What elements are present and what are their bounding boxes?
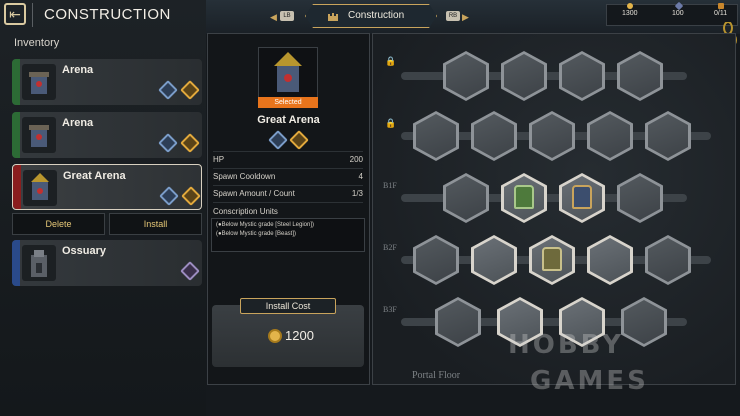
stat-label: Spawn Cooldown: [213, 172, 276, 181]
header-divider: [32, 3, 33, 27]
stat-value: 200: [349, 155, 363, 164]
inventory-item-name: Arena: [62, 117, 94, 129]
stat-label: HP: [213, 155, 225, 164]
map-slot-locked[interactable]: [559, 51, 605, 101]
map-slot-locked[interactable]: [617, 51, 663, 101]
map-slot-locked[interactable]: [443, 51, 489, 101]
map-slot[interactable]: [413, 235, 459, 285]
back-button[interactable]: ⇤: [4, 3, 26, 25]
arena-thumbnail: [22, 64, 56, 100]
gem-amount: 100: [672, 10, 684, 17]
watermark-line-1: HOBBY: [508, 330, 624, 360]
castle-icon: [327, 9, 339, 21]
rb-key: RB: [446, 11, 460, 21]
inventory-item-name: Ossuary: [62, 245, 107, 257]
map-slot[interactable]: [443, 173, 489, 223]
great-arena-room-icon: [572, 185, 592, 209]
attack-type-icon: [181, 186, 201, 206]
map-slot-locked[interactable]: [501, 51, 547, 101]
page-title: CONSTRUCTION: [44, 6, 171, 23]
install-cost-label: Install Cost: [240, 298, 336, 314]
map-slot-locked[interactable]: [645, 111, 691, 161]
lb-key: LB: [280, 11, 294, 21]
divider: [213, 185, 363, 186]
inventory-item-arena[interactable]: Arena: [12, 112, 202, 158]
inventory-item-great-arena[interactable]: Great Arena: [12, 164, 202, 210]
floor-label-b2f: B2F: [383, 243, 397, 252]
divider: [213, 151, 363, 152]
map-slot-locked[interactable]: [413, 111, 459, 161]
attack-type-icon: [180, 80, 200, 100]
map-slot-locked[interactable]: [471, 111, 517, 161]
map-slot[interactable]: [435, 297, 481, 347]
attack-type-icon: [180, 133, 200, 153]
stat-value: 1/3: [351, 189, 363, 198]
unit-count-icon: [718, 3, 724, 9]
watermark-line-2: GAMES: [530, 366, 649, 396]
lock-icon: 🔒: [385, 118, 397, 128]
inventory-item-name: Great Arena: [63, 170, 126, 182]
stat-label: Spawn Amount / Count: [213, 189, 295, 198]
arena-room-icon: [514, 185, 534, 209]
divider: [213, 168, 363, 169]
floor-label-b1f: B1F: [383, 181, 397, 190]
unit-count: 0/11: [714, 10, 728, 17]
map-slot[interactable]: [645, 235, 691, 285]
inventory-item-arena[interactable]: Arena: [12, 59, 202, 105]
conscription-unit: (●Below Mystic grade [Steel Legion]): [216, 222, 315, 228]
selected-badge: Selected: [258, 97, 318, 108]
conscription-unit: (●Below Mystic grade [Beast]): [216, 231, 296, 237]
map-slot-available[interactable]: [587, 235, 633, 285]
rarity-band: [12, 59, 20, 105]
tab-next-arrow-icon[interactable]: ▶: [462, 12, 469, 23]
stat-spawn-cooldown: Spawn Cooldown 4: [213, 172, 363, 181]
tab-construction[interactable]: Construction: [305, 4, 437, 28]
shield-type-icon: [159, 186, 179, 206]
conscription-title: Conscription Units: [213, 207, 278, 216]
tab-construction-label: Construction: [348, 10, 405, 21]
rarity-band: [13, 165, 21, 209]
shield-type-icon: [158, 133, 178, 153]
delete-button[interactable]: Delete: [12, 213, 105, 235]
map-slot-locked[interactable]: [529, 111, 575, 161]
inventory-item-name: Arena: [62, 64, 94, 76]
inventory-label: Inventory: [14, 37, 60, 49]
arena-room-icon: [542, 247, 562, 271]
portal-floor-label: Portal Floor: [412, 370, 461, 381]
map-slot[interactable]: [617, 173, 663, 223]
stat-hp: HP 200: [213, 155, 363, 164]
divider: [213, 202, 363, 203]
lock-icon: 🔒: [385, 56, 397, 66]
gold-amount: 1300: [622, 10, 638, 17]
ossuary-thumbnail: [22, 245, 56, 281]
rarity-band: [12, 112, 20, 158]
tab-prev-arrow-icon[interactable]: ◀: [270, 12, 277, 23]
inventory-item-ossuary[interactable]: Ossuary: [12, 240, 202, 286]
install-button[interactable]: Install: [109, 213, 202, 235]
map-slot-available[interactable]: [471, 235, 517, 285]
map-slot[interactable]: [621, 297, 667, 347]
gold-coin-icon: [627, 3, 633, 9]
shield-type-icon: [158, 80, 178, 100]
floor-label-b3f: B3F: [383, 305, 397, 314]
stat-spawn-amount: Spawn Amount / Count 1/3: [213, 189, 363, 198]
install-cost-value: 1200: [285, 328, 314, 343]
gold-coin-icon: [268, 329, 282, 343]
great-arena-thumbnail: [23, 170, 57, 206]
detail-title: Great Arena: [257, 114, 320, 126]
stat-value: 4: [358, 172, 363, 181]
map-slot-locked[interactable]: [587, 111, 633, 161]
magic-type-icon: [180, 261, 200, 281]
arena-thumbnail: [22, 117, 56, 153]
rarity-band: [12, 240, 20, 286]
